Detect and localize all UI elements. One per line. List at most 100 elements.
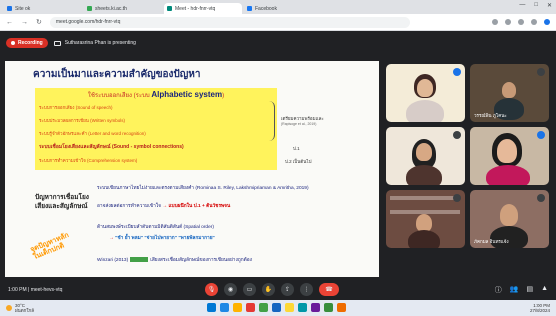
participant-name: ภัคกมล อินทรแจ้ง: [474, 239, 509, 244]
participant-face: [502, 82, 516, 98]
side-note: ป.2 เป็นต้นไป: [285, 159, 312, 164]
activities-icon[interactable]: ▲: [541, 285, 548, 295]
present-screen-icon: [53, 40, 61, 46]
participant-body: [486, 165, 530, 185]
slide-title: ความเป็นมาและความสำคัญของปัญหา: [33, 69, 201, 80]
side-note-citation: (Rapisoge et al., 2019): [281, 122, 317, 126]
participant-tile[interactable]: [470, 127, 549, 185]
participant-face: [500, 204, 518, 226]
box-heading: ใช้ระบบออกเสียง (ระบบ Alphabetic system): [35, 90, 277, 100]
participant-body: [406, 100, 444, 122]
participant-face: [497, 139, 517, 163]
tab-label: Meet - hdr-fnrr-vtq: [175, 5, 216, 12]
browser-tab[interactable]: Site ok: [4, 3, 82, 14]
system-row: ระบบการออกเสียง (Sound of speech): [39, 105, 113, 110]
raise-hand-icon[interactable]: ✋: [262, 283, 275, 296]
record-dot-icon: [11, 41, 15, 45]
chat-icon[interactable]: ▤: [526, 285, 533, 295]
participant-tile[interactable]: [386, 127, 465, 185]
recording-bar: Recording Sutharasrina Phan is presentin…: [6, 37, 136, 49]
body-line: Winzari (2013) เสียงสระเชื่อมสัญลักษณ์ของ…: [97, 256, 252, 264]
recording-badge[interactable]: Recording: [6, 38, 48, 48]
system-row-highlight: ระบบเชื่อมโยงเสียงและสัญลักษณ์ (Sound - …: [39, 144, 184, 150]
app-icon[interactable]: [285, 303, 294, 312]
emphasis-text: แบบผนึกใน ป.1 + ต้นวัชรพจน: [168, 204, 231, 209]
back-arrow-icon[interactable]: ←: [6, 19, 13, 26]
reload-icon[interactable]: ↻: [36, 18, 42, 26]
clock-date: 27/8/2024: [529, 308, 550, 313]
file-explorer-icon[interactable]: [233, 303, 242, 312]
profile-avatar-icon[interactable]: [544, 19, 550, 25]
browser-tab[interactable]: sheets.ki.ac.th: [84, 3, 162, 14]
mic-muted-icon: [453, 194, 461, 202]
system-row: ระบบประมวลผลการเขียน (Written symbols): [39, 118, 126, 123]
app-icon[interactable]: [311, 303, 320, 312]
system-row: ระบบการทำความเข้าใจ (Comprehension syste…: [39, 158, 138, 163]
minimize-button[interactable]: —: [519, 2, 525, 9]
people-icon[interactable]: 👥: [510, 285, 519, 295]
edge-icon[interactable]: [272, 303, 281, 312]
side-panel-controls: ⓘ 👥 ▤ ▲: [495, 285, 548, 295]
browser-tab-active[interactable]: Meet - hdr-fnrr-vtq: [164, 3, 242, 14]
app-icon[interactable]: [298, 303, 307, 312]
taskbar-apps: [207, 303, 346, 312]
participant-face: [417, 79, 433, 97]
participant-body: [406, 165, 442, 185]
more-options-icon[interactable]: ⋮: [300, 283, 313, 296]
example-words: "ชำ ย้ำ พลม" "จ่ายไปพายาก" "พายพ้ลกมากาย…: [115, 236, 215, 241]
extensions-toolbar: [492, 19, 550, 25]
participant-tile[interactable]: [386, 190, 465, 248]
system-row: ระบบรู้จำตัวอักษรและคำ (Letter and word …: [39, 131, 146, 136]
participant-body: [408, 230, 440, 248]
app-icon[interactable]: [337, 303, 346, 312]
start-menu-icon[interactable]: [207, 303, 216, 312]
weather-text: 30°C ฝนตกใกล้: [15, 303, 34, 313]
meet-stage: Recording Sutharasrina Phan is presentin…: [0, 31, 556, 280]
address-bar: ← → ↻ meet.google.com/hdr-fnrr-vtq: [0, 14, 556, 31]
mic-muted-icon: [537, 68, 545, 76]
problem-label-line: เสียงและสัญลักษณ์: [35, 203, 88, 210]
call-controls: 🎙 ◉ ▭ ✋ ⇪ ⋮ ☎: [205, 283, 339, 296]
system-tray-clock[interactable]: 1:00 PM 27/8/2024: [530, 303, 550, 313]
mic-off-icon[interactable]: 🎙: [205, 283, 218, 296]
search-icon[interactable]: [220, 303, 229, 312]
maximize-button[interactable]: □: [534, 2, 538, 9]
camera-icon[interactable]: ◉: [224, 283, 237, 296]
participant-tile[interactable]: วรรณ์พิน ภูโคนะ: [470, 64, 549, 122]
extension-icon[interactable]: [518, 19, 524, 25]
end-call-icon[interactable]: ☎: [319, 283, 339, 296]
meeting-time-code: 1:00 PM | meet-hevs-vtq: [8, 287, 63, 293]
url-input[interactable]: meet.google.com/hdr-fnrr-vtq: [49, 16, 410, 28]
participant-name: วรรณ์พิน ภูโคนะ: [474, 113, 507, 118]
speaking-indicator-icon: [453, 68, 461, 76]
chrome-icon[interactable]: [259, 303, 268, 312]
speaking-indicator-icon: [537, 131, 545, 139]
close-button[interactable]: ✕: [547, 2, 552, 9]
tab-favicon-icon: [87, 6, 92, 11]
windows-taskbar: 30°C ฝนตกใกล้ 1:00 PM 27/8/2024: [0, 300, 556, 316]
brace-divider: [267, 101, 275, 141]
participant-tile[interactable]: [386, 64, 465, 122]
mic-muted-icon: [537, 194, 545, 202]
body-line: ด้านสมพงษ์ระเบียบลำดับตามมิติสันติสันต์ …: [97, 225, 214, 230]
body-line-text: เสียงสระเชื่อมสัญลักษณ์ของการเขียนอย่างถ…: [150, 258, 252, 263]
app-icon[interactable]: [324, 303, 333, 312]
mic-muted-icon: [453, 131, 461, 139]
captions-icon[interactable]: ▭: [243, 283, 256, 296]
extension-icon[interactable]: [505, 19, 511, 25]
participant-tile[interactable]: ภัคกมล อินทรแจ้ง: [470, 190, 549, 248]
bookshelf: [390, 196, 460, 200]
meet-control-bar: 1:00 PM | meet-hevs-vtq 🎙 ◉ ▭ ✋ ⇪ ⋮ ☎ ⓘ …: [0, 280, 556, 300]
present-icon[interactable]: ⇪: [281, 283, 294, 296]
weather-widget[interactable]: 30°C ฝนตกใกล้: [6, 303, 34, 313]
browser-tab[interactable]: Facebook: [244, 3, 322, 14]
info-icon[interactable]: ⓘ: [495, 285, 502, 295]
presenter-text: Sutharasrina Phan is presenting: [64, 40, 136, 46]
app-icon[interactable]: [246, 303, 255, 312]
extension-icon[interactable]: [531, 19, 537, 25]
handwritten-annotation: จุดปัญหาหลัก ในเด็กปกติ: [29, 232, 73, 262]
forward-arrow-icon[interactable]: →: [21, 19, 28, 26]
side-note: ป.1: [293, 146, 300, 151]
body-line: ระบบเขียนภาษาไทยไม่ง่ายและตรงตามเสียงคำ …: [97, 186, 309, 191]
extension-icon[interactable]: [492, 19, 498, 25]
